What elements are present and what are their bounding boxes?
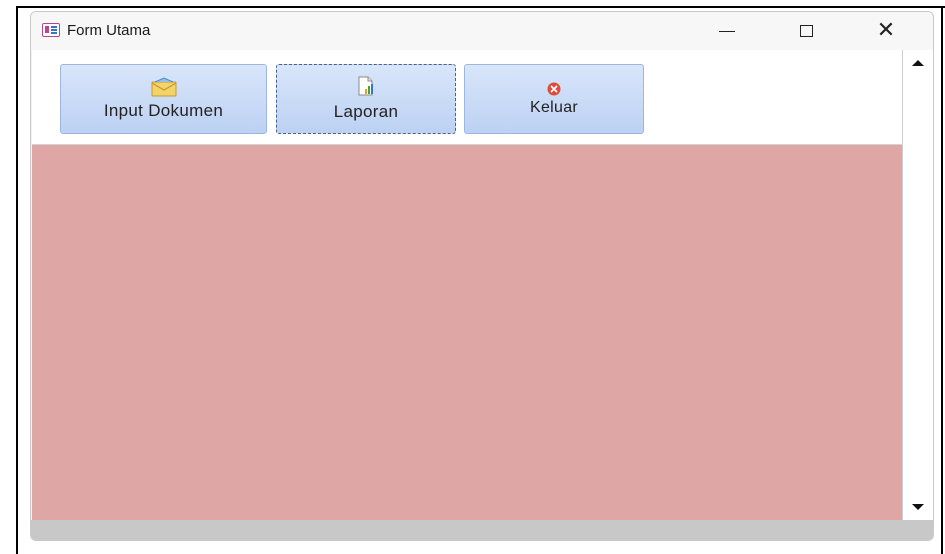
input-dokumen-button[interactable]: Input Dokumen: [60, 64, 267, 134]
background-frame-right: [941, 6, 943, 554]
vertical-scrollbar[interactable]: [902, 50, 933, 520]
scroll-down-button[interactable]: [903, 498, 933, 516]
form-detail-area: [32, 145, 902, 520]
keluar-label: Keluar: [529, 98, 579, 116]
keluar-button[interactable]: Keluar: [464, 64, 644, 134]
close-button[interactable]: ✕: [863, 12, 909, 50]
minimize-button[interactable]: [704, 12, 750, 50]
form-header: Input Dokumen Laporan Keluar: [32, 50, 902, 145]
close-icon: ✕: [876, 18, 896, 43]
form-footer: [31, 520, 933, 540]
form-icon: [42, 23, 60, 37]
maximize-button[interactable]: [783, 12, 829, 50]
scroll-up-button[interactable]: [903, 54, 933, 72]
input-dokumen-label: Input Dokumen: [103, 101, 224, 120]
title-bar[interactable]: Form Utama ✕: [31, 12, 933, 50]
arrow-up-icon: [912, 60, 924, 66]
minimize-icon: [719, 30, 735, 32]
window-title: Form Utama: [67, 22, 151, 39]
report-icon: [358, 76, 373, 96]
form-window: Form Utama ✕ Input Dokumen Laporan Kelua…: [30, 11, 934, 541]
maximize-icon: [799, 25, 813, 37]
close-circle-icon: [547, 82, 561, 95]
laporan-label: Laporan: [333, 102, 399, 121]
background-frame-top: [16, 6, 945, 8]
background-frame-left: [16, 6, 18, 554]
envelope-icon: [151, 77, 176, 97]
arrow-down-icon: [912, 504, 924, 510]
laporan-button[interactable]: Laporan: [276, 64, 456, 134]
